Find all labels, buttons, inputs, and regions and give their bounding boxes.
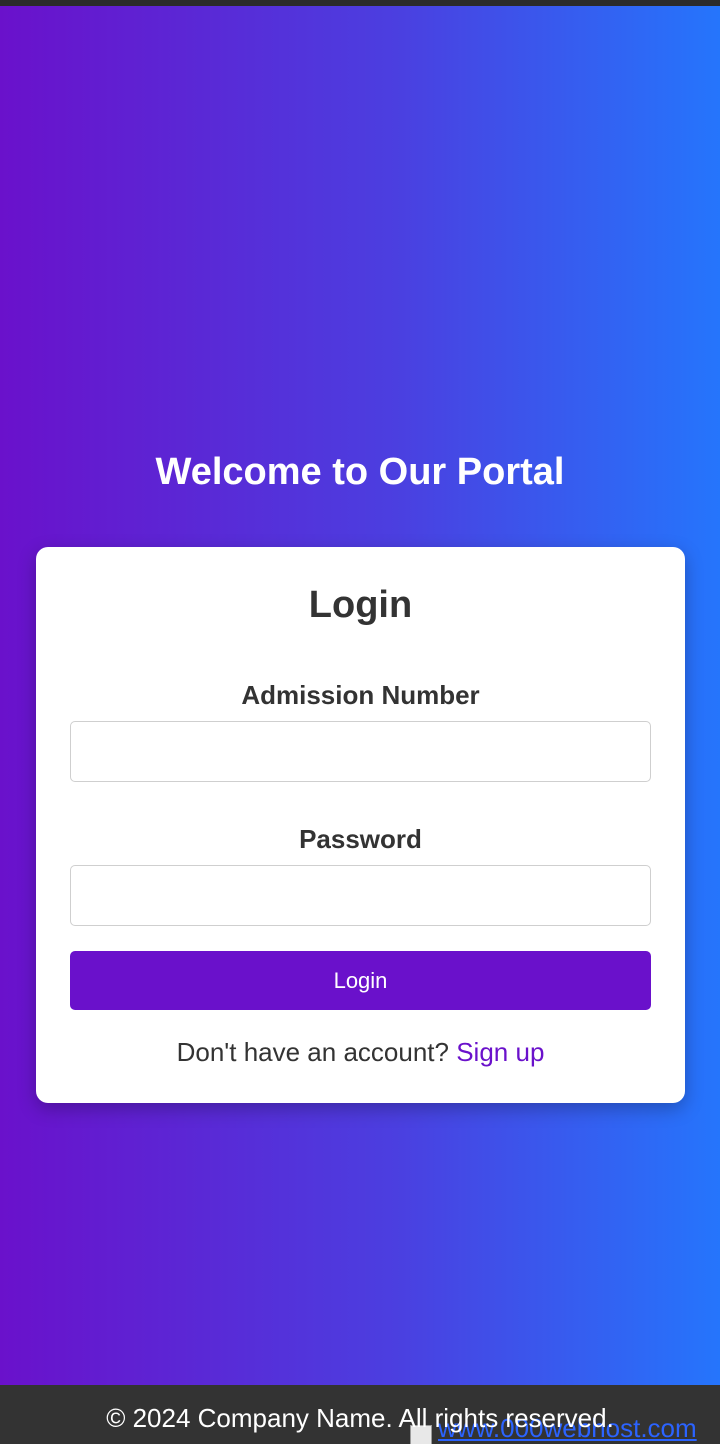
login-button[interactable]: Login: [70, 951, 651, 1010]
footer: www.000webhost.com © 2024 Company Name. …: [0, 1385, 720, 1444]
top-strip: [0, 0, 720, 6]
password-label: Password: [299, 824, 422, 854]
password-input[interactable]: [70, 865, 651, 926]
signup-link[interactable]: Sign up: [456, 1037, 544, 1067]
copyright-text: © 2024 Company Name. All rights reserved…: [106, 1403, 614, 1433]
signup-prompt-text: Don't have an account?: [176, 1037, 449, 1067]
admission-number-label: Admission Number: [241, 680, 480, 710]
login-title: Login: [308, 584, 413, 626]
page-title: Welcome to Our Portal: [155, 451, 565, 493]
login-card: Login Admission Number Password Login Do…: [36, 547, 685, 1103]
admission-number-input[interactable]: [70, 721, 651, 782]
signup-prompt-line: Don't have an account? Sign up: [36, 1035, 685, 1069]
